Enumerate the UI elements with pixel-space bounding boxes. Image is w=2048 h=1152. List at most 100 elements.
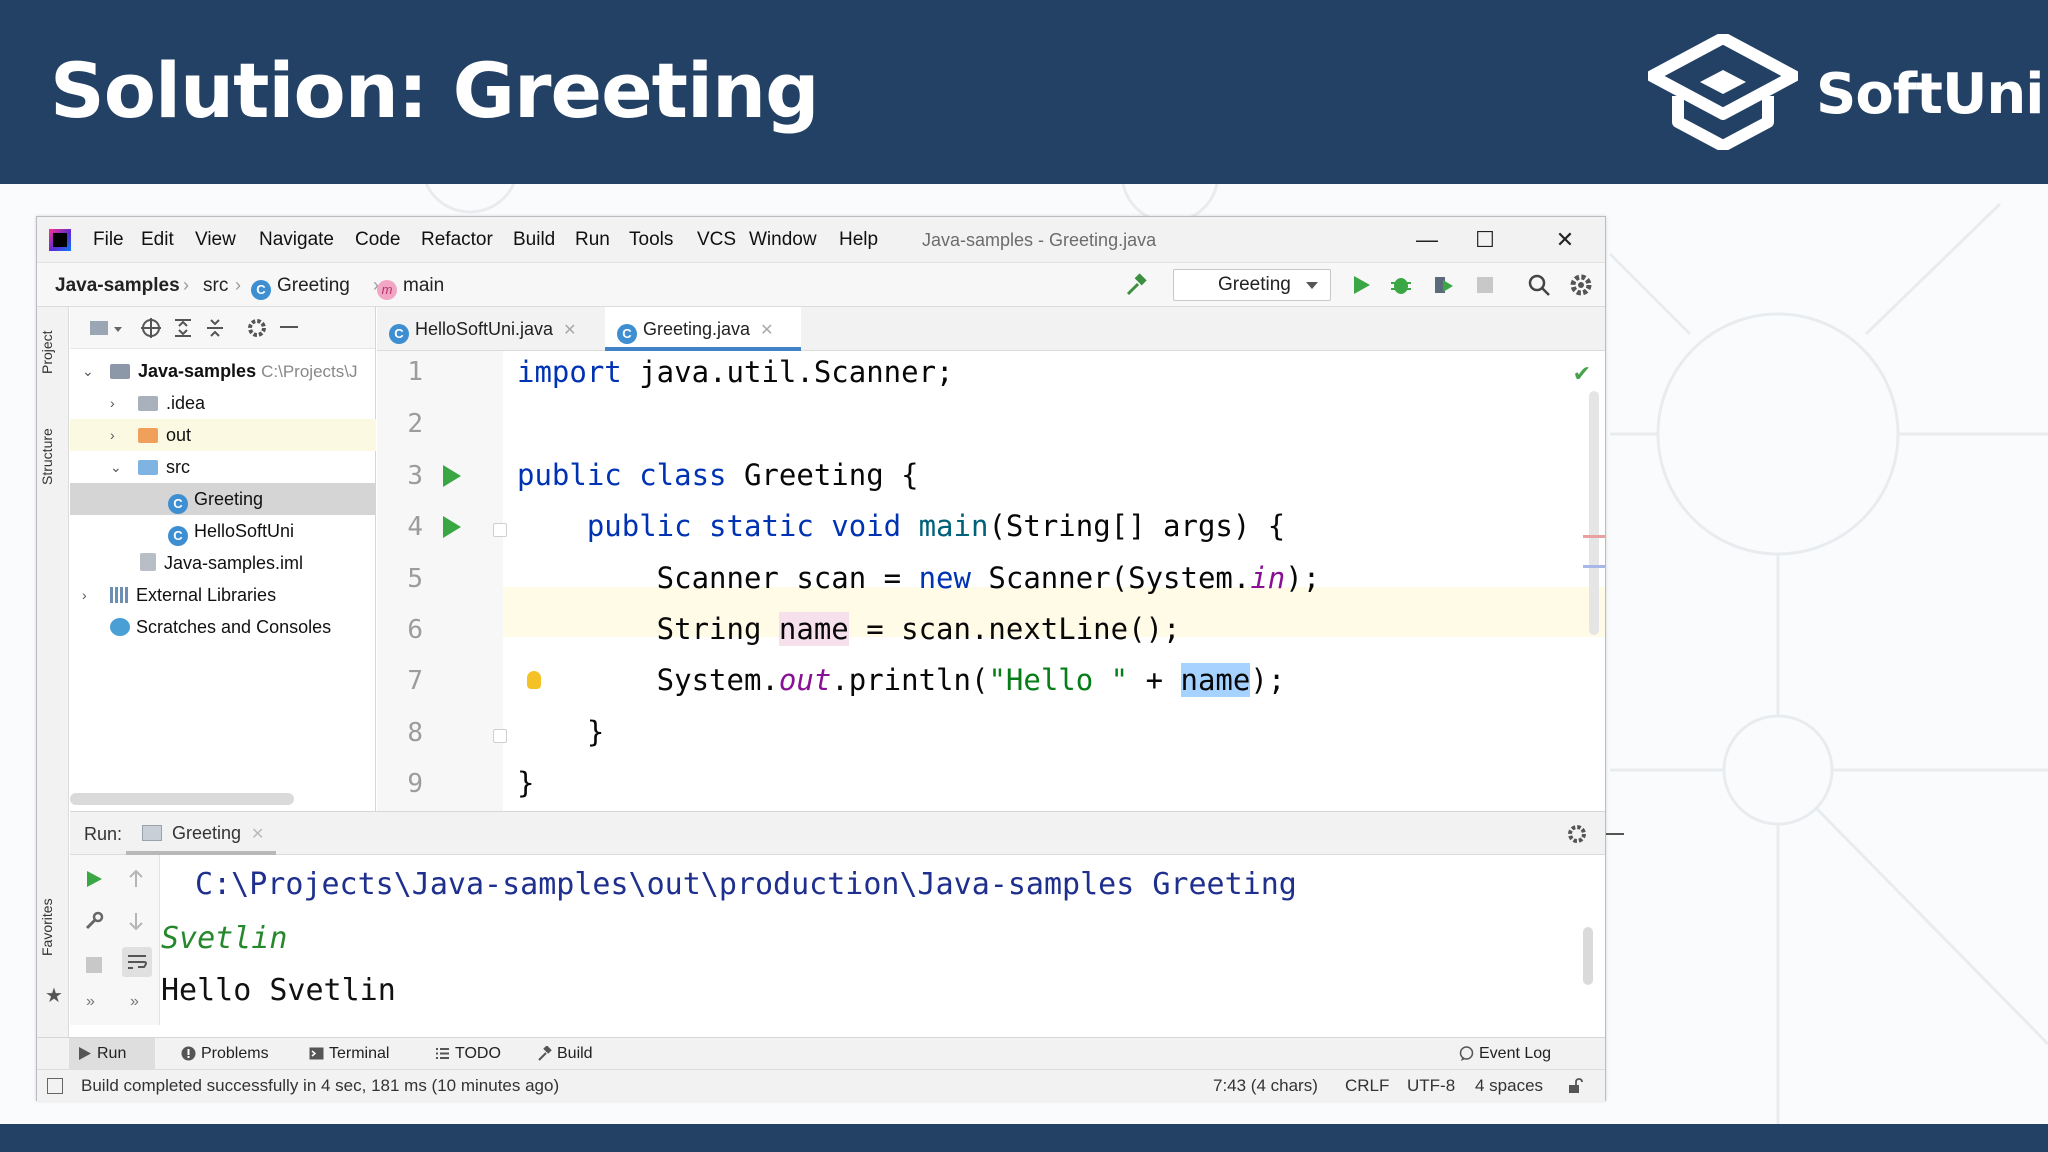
stop-icon[interactable] <box>86 957 102 973</box>
collapse-all-icon[interactable] <box>204 317 226 339</box>
tool-tab-structure[interactable]: Structure <box>39 417 67 497</box>
run-configuration-label: Greeting <box>1218 274 1291 295</box>
tree-item-project-root[interactable]: ⌄ Java-samples C:\Projects\J <box>70 355 376 387</box>
menu-edit[interactable]: Edit <box>141 229 174 251</box>
tree-idea-label: .idea <box>166 393 206 413</box>
tree-item-greeting[interactable]: C Greeting <box>70 483 376 515</box>
menu-vcs[interactable]: VCS <box>697 229 736 251</box>
hide-panel-icon[interactable] <box>280 326 298 328</box>
line-number: 9 <box>407 769 423 799</box>
tool-tab-favorites[interactable]: Favorites <box>39 887 67 967</box>
menu-window[interactable]: Window <box>749 229 817 251</box>
tree-item-scratches[interactable]: Scratches and Consoles <box>70 611 376 643</box>
star-icon: ★ <box>45 985 63 1007</box>
problems-icon <box>181 1046 196 1061</box>
toggle-tool-windows-icon[interactable] <box>47 1078 63 1094</box>
usage-stripe-marker[interactable] <box>1583 565 1605 568</box>
breadcrumb-method[interactable]: m main <box>377 275 444 300</box>
console-output[interactable]: C:\Projects\Java-samples\out\production\… <box>161 855 1605 1025</box>
soft-wrap-icon[interactable] <box>122 947 152 977</box>
arrow-up-icon[interactable] <box>126 869 146 889</box>
line-number: 7 <box>407 666 423 696</box>
run-panel-label: Run: <box>84 824 123 844</box>
tool-tab-run[interactable]: Run <box>69 1038 155 1069</box>
more-actions-icon[interactable]: » <box>86 993 95 1011</box>
run-icon[interactable] <box>1349 273 1373 297</box>
tree-item-src[interactable]: ⌄ src <box>70 451 376 483</box>
tab-hellosoftuni[interactable]: C HelloSoftUni.java ✕ <box>377 307 599 351</box>
menu-build[interactable]: Build <box>513 229 555 251</box>
tree-item-external-libraries[interactable]: › External Libraries <box>70 579 376 611</box>
unlock-icon[interactable] <box>1567 1078 1583 1094</box>
close-window-button[interactable]: ✕ <box>1551 227 1579 253</box>
view-mode-icon[interactable] <box>88 317 126 339</box>
run-panel-header: Run: Greeting ✕ <box>70 811 1624 855</box>
tool-tab-todo[interactable]: TODO <box>427 1038 513 1069</box>
build-hammer-icon <box>538 1046 552 1061</box>
menu-help[interactable]: Help <box>839 229 878 251</box>
tool-tab-todo-label: TODO <box>455 1045 501 1062</box>
tool-tab-project[interactable]: Project <box>39 317 67 387</box>
build-hammer-icon[interactable] <box>1125 273 1149 297</box>
settings-gear-icon[interactable] <box>1569 273 1593 297</box>
editor-scrollbar[interactable] <box>1589 391 1599 635</box>
inspection-ok-checkmark-icon[interactable]: ✔ <box>1573 361 1591 387</box>
tree-item-iml[interactable]: Java-samples.iml <box>70 547 376 579</box>
minimize-button[interactable]: — <box>1413 227 1441 253</box>
menu-run[interactable]: Run <box>575 229 610 251</box>
search-icon[interactable] <box>1527 273 1551 297</box>
tool-tab-build[interactable]: Build <box>529 1038 609 1069</box>
tree-item-hellosoftuni[interactable]: C HelloSoftUni <box>70 515 376 547</box>
menu-code[interactable]: Code <box>355 229 400 251</box>
menu-refactor[interactable]: Refactor <box>421 229 493 251</box>
line-separator[interactable]: CRLF <box>1345 1070 1389 1101</box>
run-gutter-icon[interactable] <box>443 465 461 487</box>
run-configuration-select[interactable]: Greeting <box>1173 269 1331 301</box>
fold-marker-icon[interactable] <box>493 523 507 537</box>
code-editor[interactable]: 1 2 3 4 5 6 7 8 9 import java.util.Scann… <box>377 351 1605 811</box>
event-log-button[interactable]: Event Log <box>1451 1038 1561 1069</box>
menu-bar: File Edit View Navigate Code Refactor Bu… <box>37 217 1605 263</box>
project-scrollbar[interactable] <box>70 793 294 805</box>
tool-tab-terminal[interactable]: Terminal <box>301 1038 401 1069</box>
wrench-icon[interactable] <box>84 911 104 931</box>
close-tab-icon[interactable]: ✕ <box>760 322 773 339</box>
stop-icon[interactable] <box>1473 273 1497 297</box>
breadcrumb-src[interactable]: src <box>203 275 228 297</box>
more-actions-icon[interactable]: » <box>130 993 139 1011</box>
intellij-logo-icon <box>49 229 71 251</box>
close-tab-icon[interactable]: ✕ <box>563 322 576 339</box>
breadcrumb-project[interactable]: Java-samples <box>55 275 180 297</box>
menu-navigate[interactable]: Navigate <box>259 229 334 251</box>
library-icon <box>110 587 130 603</box>
hide-panel-icon[interactable] <box>1606 833 1624 835</box>
menu-file[interactable]: File <box>93 229 124 251</box>
file-encoding[interactable]: UTF-8 <box>1407 1070 1455 1101</box>
caret-position[interactable]: 7:43 (4 chars) <box>1213 1070 1318 1101</box>
run-tab-greeting[interactable]: Greeting ✕ <box>126 812 277 855</box>
menu-view[interactable]: View <box>195 229 236 251</box>
tree-item-out[interactable]: › out <box>70 419 376 451</box>
coverage-icon[interactable] <box>1431 273 1455 297</box>
tree-src-label: src <box>166 457 190 477</box>
debug-icon[interactable] <box>1389 273 1413 297</box>
close-tab-icon[interactable]: ✕ <box>251 826 264 843</box>
expand-all-icon[interactable] <box>172 317 194 339</box>
locate-file-icon[interactable] <box>140 317 162 339</box>
indent-setting[interactable]: 4 spaces <box>1475 1070 1543 1101</box>
arrow-down-icon[interactable] <box>126 911 146 931</box>
maximize-button[interactable]: ☐ <box>1471 227 1499 253</box>
run-gutter-icon[interactable] <box>443 516 461 538</box>
rerun-icon[interactable] <box>84 869 104 889</box>
error-stripe-marker[interactable] <box>1583 535 1605 538</box>
fold-marker-icon[interactable] <box>493 729 507 743</box>
console-scrollbar[interactable] <box>1583 927 1593 985</box>
tool-tab-problems[interactable]: Problems <box>173 1038 273 1069</box>
breadcrumb-class[interactable]: C Greeting <box>251 275 350 300</box>
settings-gear-icon[interactable] <box>246 317 268 339</box>
tree-item-idea[interactable]: › .idea <box>70 387 376 419</box>
tab-greeting[interactable]: C Greeting.java ✕ <box>605 307 801 351</box>
menu-tools[interactable]: Tools <box>629 229 673 251</box>
tool-window-bar: Run Problems Terminal TODO Build Event L… <box>37 1037 1605 1069</box>
settings-gear-icon[interactable] <box>1566 823 1588 845</box>
